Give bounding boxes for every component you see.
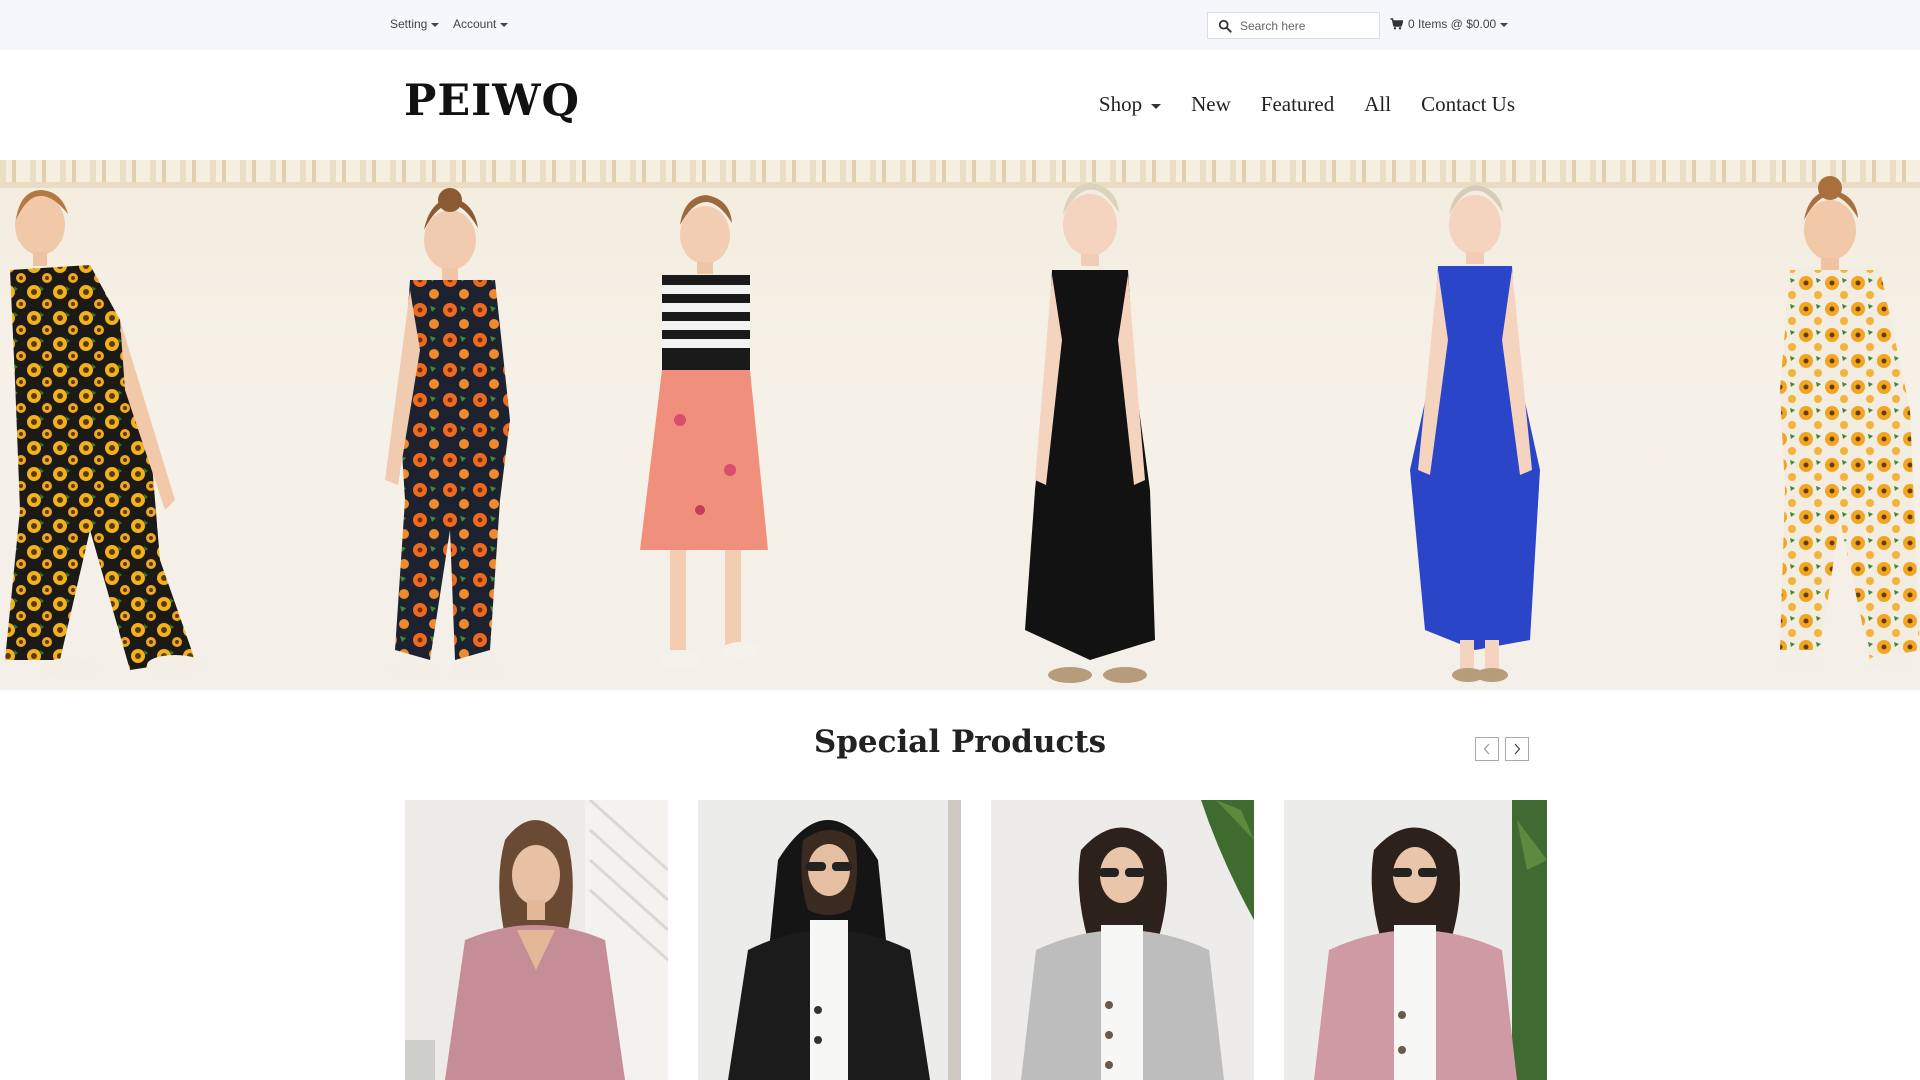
nav-shop[interactable]: Shop [1098, 92, 1162, 117]
nav-shop-label: Shop [1098, 92, 1143, 116]
main-nav: Shop New Featured All Contact Us [1099, 92, 1515, 117]
hero-banner[interactable] [0, 160, 1920, 690]
banner-border-line [0, 182, 1920, 188]
search-box [1207, 12, 1380, 39]
caret-down-icon [1151, 103, 1162, 109]
banner-model-image [640, 195, 768, 668]
special-products-title: Special Products [813, 724, 1107, 760]
caret-down-icon [500, 22, 509, 27]
banner-model-image [1025, 183, 1155, 683]
chevron-left-icon [1483, 743, 1490, 755]
account-label: Account [453, 17, 497, 31]
product-card[interactable] [698, 800, 961, 1080]
banner-border-pattern [0, 160, 1920, 182]
setting-label: Setting [390, 17, 428, 31]
carousel-prev-button[interactable] [1475, 737, 1499, 761]
search-input[interactable] [1240, 16, 1375, 36]
nav-all[interactable]: All [1364, 92, 1391, 117]
caret-down-icon [431, 22, 440, 27]
search-icon[interactable] [1218, 19, 1232, 33]
caret-down-icon [1500, 22, 1509, 27]
product-image [991, 800, 1254, 1080]
banner-model-image [1410, 185, 1540, 682]
banner-model-image [1778, 176, 1920, 670]
product-image [698, 800, 961, 1080]
cart-dropdown[interactable]: 0 Items @ $0.00 [1390, 17, 1509, 31]
product-image [1284, 800, 1547, 1080]
cart-summary: 0 Items @ $0.00 [1408, 17, 1497, 31]
nav-new[interactable]: New [1191, 92, 1231, 117]
banner-model-image [5, 190, 203, 678]
carousel-next-button[interactable] [1505, 737, 1529, 761]
product-image [405, 800, 668, 1080]
nav-featured[interactable]: Featured [1261, 92, 1334, 117]
banner-model-image [385, 188, 510, 679]
chevron-right-icon [1514, 743, 1521, 755]
nav-contact-us[interactable]: Contact Us [1421, 92, 1515, 117]
account-dropdown[interactable]: Account [453, 17, 509, 31]
top-bar: Setting Account 0 Items @ $0.00 [0, 0, 1920, 50]
product-card[interactable] [405, 800, 668, 1080]
product-card[interactable] [1284, 800, 1547, 1080]
site-logo[interactable]: PEIWQ [404, 76, 580, 126]
product-card[interactable] [991, 800, 1254, 1080]
setting-dropdown[interactable]: Setting [390, 17, 440, 31]
shopping-cart-icon [1390, 18, 1404, 30]
